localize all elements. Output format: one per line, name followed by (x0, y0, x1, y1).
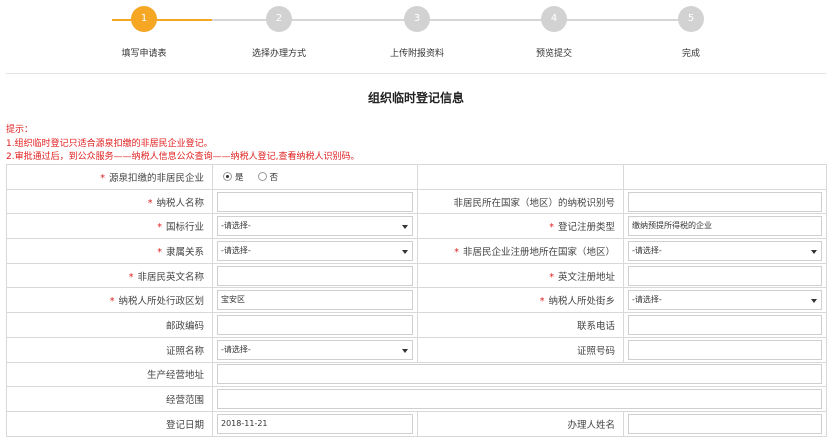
tips-line-1: 1.组织临时登记只适合源泉扣缴的非居民企业登记。 (6, 138, 213, 149)
withholding-no-radio[interactable]: 否 (257, 171, 278, 183)
taxpayer-name-input[interactable] (217, 191, 413, 212)
business-scope-input[interactable] (217, 389, 822, 410)
step-5: 5 完成 (631, 6, 751, 59)
postcode-input[interactable] (217, 314, 413, 335)
step-5-number: 5 (678, 6, 704, 32)
step-1: 1 填写申请表 (84, 6, 204, 59)
reg-type-input[interactable]: 缴纳预提所得税的企业 (628, 216, 822, 237)
id-type-label: 证照名称 (6, 336, 213, 363)
phone-label: 联系电话 (417, 312, 624, 338)
empty-cell (417, 164, 624, 190)
form-row: 经营范围 (6, 386, 827, 412)
form-row: 邮政编码 联系电话 (6, 312, 827, 338)
step-3: 3 上传附报资料 (357, 6, 477, 59)
tips-heading: 提示： (6, 125, 34, 135)
english-name-label: * 非居民英文名称 (6, 262, 213, 289)
id-number-input[interactable] (628, 339, 822, 360)
step-4: 4 预览提交 (494, 6, 614, 59)
id-type-select[interactable]: -请选择- (217, 339, 413, 360)
step-3-label: 上传附报资料 (389, 49, 444, 59)
postcode-label: 邮政编码 (6, 312, 213, 338)
english-address-input[interactable] (628, 265, 822, 286)
reg-date-label: 登记日期 (6, 410, 213, 437)
withholding-label: * 源泉扣缴的非居民企业 (6, 164, 213, 190)
step-2: 2 选择办理方式 (219, 6, 339, 59)
english-name-input[interactable] (217, 265, 413, 286)
affiliation-label: * 隶属关系 (6, 238, 213, 264)
street-label: * 纳税人所处街乡 (417, 287, 624, 314)
step-2-label: 选择办理方式 (251, 49, 306, 59)
page-title: 组织临时登记信息 (367, 91, 464, 105)
agent-name-input[interactable] (628, 413, 822, 434)
district-input[interactable]: 宝安区 (217, 290, 413, 311)
business-scope-label: 经营范围 (6, 386, 213, 412)
reg-country-select[interactable]: -请选择- (628, 240, 822, 261)
form-row: * 纳税人所处行政区划 宝安区 * 纳税人所处街乡 -请选择- (6, 287, 827, 314)
tips-line-2: 2.审批通过后，到公众服务——纳税人信息公众查询——纳税人登记,查看纳税人识别码… (6, 152, 360, 162)
affiliation-select[interactable]: -请选择- (217, 240, 413, 261)
agent-name-label: 办理人姓名 (417, 410, 624, 437)
form-row: * 国标行业 -请选择- * 登记注册类型 缴纳预提所得税的企业 (6, 213, 827, 240)
withholding-radio-group: 是 否 (212, 164, 418, 190)
foreign-tin-input[interactable] (628, 191, 822, 212)
empty-cell (623, 164, 827, 190)
industry-select[interactable]: -请选择- (217, 216, 413, 237)
step-4-number: 4 (541, 6, 567, 32)
radio-checked-icon (223, 172, 232, 182)
step-5-label: 完成 (681, 49, 700, 59)
reg-type-label: * 登记注册类型 (417, 213, 624, 240)
form-row: * 隶属关系 -请选择- * 非居民企业注册地所在国家（地区） -请选择- (6, 238, 827, 264)
street-select[interactable]: -请选择- (628, 290, 822, 311)
taxpayer-name-label: * 纳税人名称 (6, 188, 213, 215)
form-row: 生产经营地址 (6, 361, 827, 388)
form-row: * 纳税人名称 非居民所在国家（地区）的纳税识别号 (6, 188, 827, 215)
radio-unchecked-icon (257, 172, 267, 182)
step-1-label: 填写申请表 (121, 49, 167, 59)
business-address-label: 生产经营地址 (6, 361, 213, 388)
reg-country-label: * 非居民企业注册地所在国家（地区） (417, 238, 624, 264)
phone-input[interactable] (628, 314, 822, 335)
foreign-tin-label: 非居民所在国家（地区）的纳税识别号 (417, 188, 624, 215)
form-row: 登记日期 2018-11-21 办理人姓名 (6, 410, 827, 437)
form-row: 证照名称 -请选择- 证照号码 (6, 336, 827, 363)
progress-stepper: 1 填写申请表 2 选择办理方式 3 上传附报资料 4 预览提交 5 完成 (6, 0, 826, 74)
withholding-yes-radio[interactable]: 是 (223, 171, 244, 183)
form-row: * 非居民英文名称 * 英文注册地址 (6, 262, 827, 289)
step-3-number: 3 (404, 6, 430, 32)
reg-date-input[interactable]: 2018-11-21 (217, 413, 413, 434)
step-1-number: 1 (131, 6, 157, 32)
district-label: * 纳税人所处行政区划 (6, 287, 213, 314)
registration-form: * 源泉扣缴的非居民企业 是 否 * 纳税人名称 非居民所在国家（地区）的纳税识别号… (6, 164, 827, 437)
form-row: * 源泉扣缴的非居民企业 是 否 (6, 164, 827, 190)
business-address-input[interactable] (217, 364, 822, 385)
step-2-number: 2 (266, 6, 292, 32)
id-number-label: 证照号码 (417, 336, 624, 363)
english-address-label: * 英文注册地址 (417, 262, 624, 289)
step-4-label: 预览提交 (535, 49, 572, 59)
tips-block: 提示： 1.组织临时登记只适合源泉扣缴的非居民企业登记。 2.审批通过后，到公众… (6, 124, 359, 165)
industry-label: * 国标行业 (6, 213, 213, 240)
